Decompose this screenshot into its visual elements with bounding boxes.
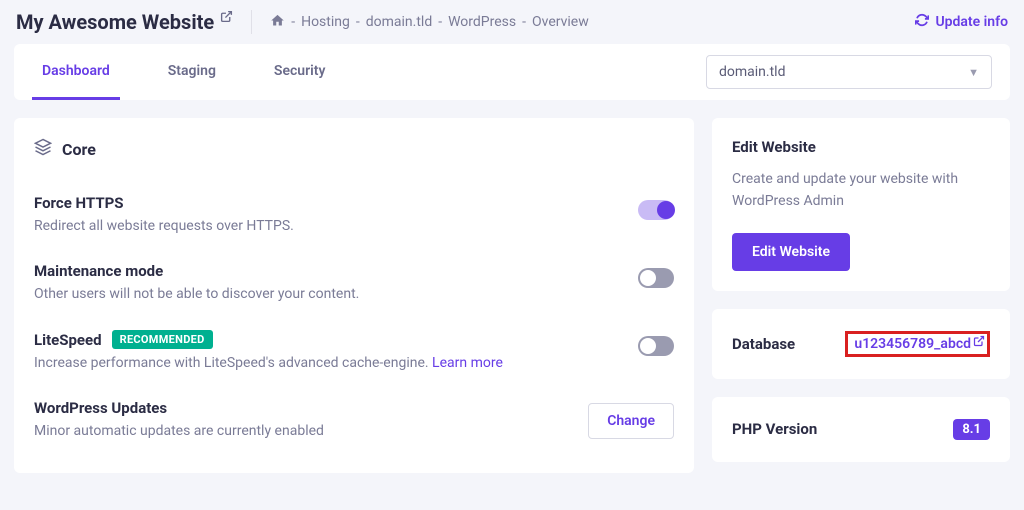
chevron-down-icon: ▼ [968,66,979,79]
external-link-icon [973,335,985,350]
setting-litespeed: LiteSpeed RECOMMENDED Increase performan… [34,316,674,385]
layers-icon [34,138,52,160]
force-https-desc: Redirect all website requests over HTTPS… [34,218,638,234]
domain-selected: domain.tld [719,64,785,80]
tab-security[interactable]: Security [264,44,336,100]
setting-force-https: Force HTTPS Redirect all website request… [34,180,674,248]
core-title: Core [62,140,96,159]
wp-updates-title: WordPress Updates [34,399,167,417]
database-label: Database [732,335,795,353]
breadcrumb-item[interactable]: Hosting [301,14,350,30]
edit-website-title: Edit Website [732,138,990,156]
breadcrumb-item[interactable]: WordPress [448,14,516,30]
php-version-card: PHP Version 8.1 [712,397,1010,462]
php-version-badge: 8.1 [953,419,990,440]
php-version-label: PHP Version [732,420,817,438]
edit-website-button[interactable]: Edit Website [732,233,850,271]
litespeed-learn-more[interactable]: Learn more [432,355,503,371]
refresh-icon [915,13,929,31]
force-https-toggle[interactable] [638,200,674,220]
site-title: My Awesome Website [16,10,214,34]
litespeed-title: LiteSpeed [34,331,102,349]
update-info-label: Update info [935,14,1008,30]
setting-maintenance: Maintenance mode Other users will not be… [34,248,674,316]
tabs: Dashboard Staging Security [32,44,335,100]
core-card: Core Force HTTPS Redirect all website re… [14,118,694,473]
tabs-card: Dashboard Staging Security domain.tld ▼ [14,44,1010,100]
setting-wp-updates: WordPress Updates Minor automatic update… [34,385,674,453]
external-link-icon [220,10,233,27]
edit-website-card: Edit Website Create and update your webs… [712,118,1010,291]
maintenance-title: Maintenance mode [34,262,163,280]
database-link[interactable]: u123456789_abcd [845,331,990,357]
litespeed-desc: Increase performance with LiteSpeed's ad… [34,355,638,371]
tab-staging[interactable]: Staging [158,44,226,100]
recommended-badge: RECOMMENDED [112,330,213,349]
wp-updates-desc: Minor automatic updates are currently en… [34,423,588,439]
domain-select[interactable]: domain.tld ▼ [706,55,992,89]
force-https-title: Force HTTPS [34,194,124,212]
home-icon[interactable] [270,13,285,32]
maintenance-toggle[interactable] [638,268,674,288]
breadcrumb-item[interactable]: Overview [532,14,589,30]
update-info-button[interactable]: Update info [915,13,1008,31]
maintenance-desc: Other users will not be able to discover… [34,286,638,302]
site-title-wrap[interactable]: My Awesome Website [16,10,252,34]
breadcrumb-item[interactable]: domain.tld [366,14,432,30]
breadcrumb: - Hosting - domain.tld - WordPress - Ove… [270,13,589,32]
litespeed-toggle[interactable] [638,336,674,356]
database-value: u123456789_abcd [854,336,971,352]
tab-dashboard[interactable]: Dashboard [32,44,120,100]
edit-website-desc: Create and update your website with Word… [732,168,990,213]
database-card: Database u123456789_abcd [712,309,1010,379]
wp-updates-change-button[interactable]: Change [588,403,674,439]
